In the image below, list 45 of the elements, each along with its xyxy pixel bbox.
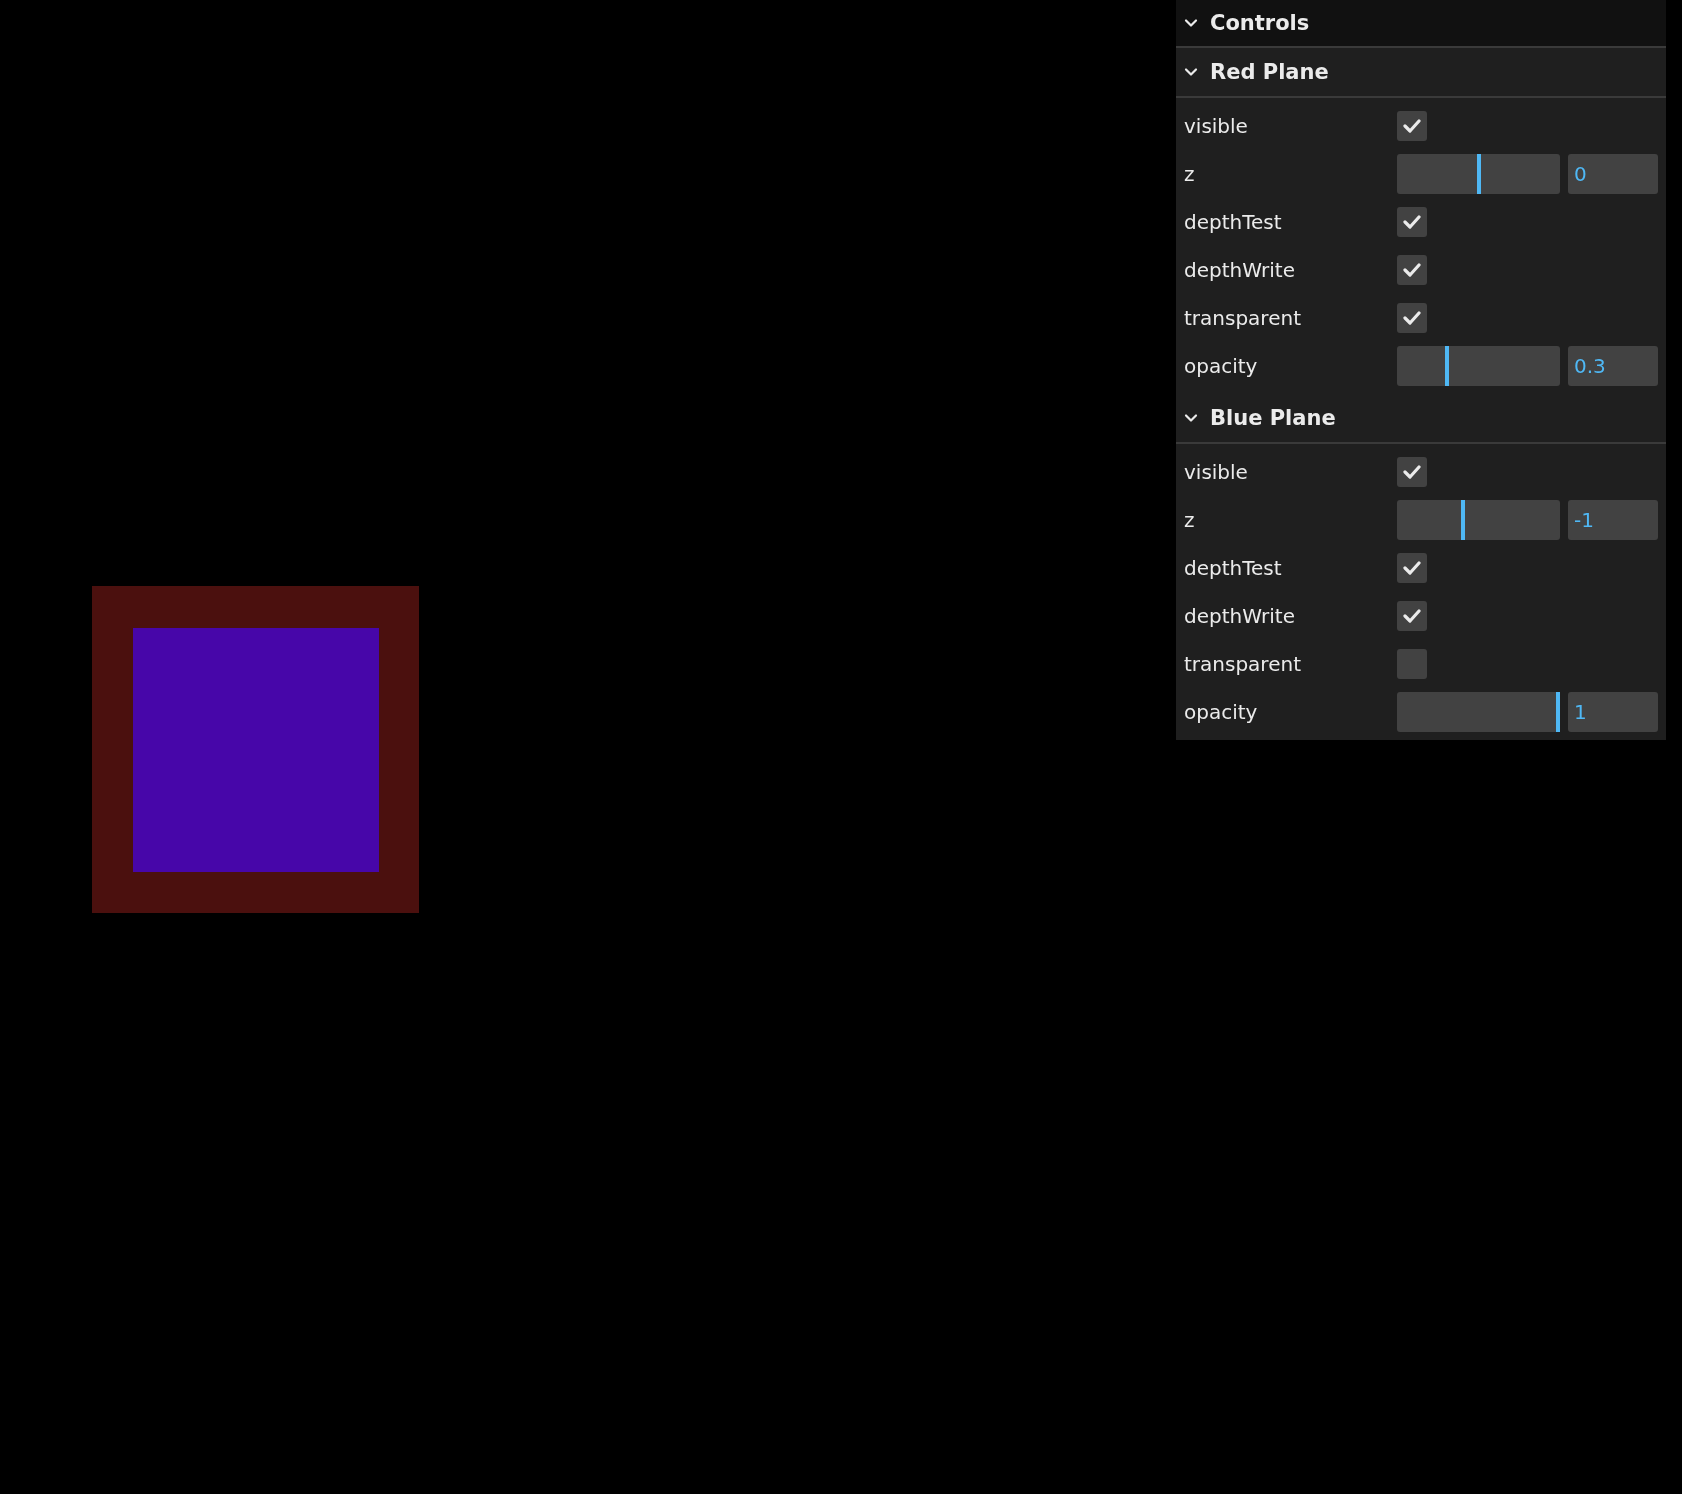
checkmark-icon (1403, 609, 1421, 623)
slider-handle[interactable] (1460, 500, 1465, 540)
checkbox[interactable] (1397, 649, 1427, 679)
folder-header[interactable]: Blue Plane (1176, 394, 1666, 444)
slider-handle[interactable] (1444, 346, 1449, 386)
folder-title: Blue Plane (1210, 406, 1336, 430)
slider-track[interactable] (1397, 692, 1560, 732)
folder-title: Red Plane (1210, 60, 1329, 84)
control-label: depthTest (1184, 556, 1283, 580)
control-label: visible (1184, 460, 1249, 484)
checkmark-icon (1403, 263, 1421, 277)
checkbox[interactable] (1397, 303, 1427, 333)
checkmark-icon (1403, 311, 1421, 325)
control-label: depthWrite (1184, 604, 1296, 628)
control-label: depthTest (1184, 210, 1283, 234)
checkmark-icon (1403, 465, 1421, 479)
slider-track[interactable] (1397, 500, 1560, 540)
checkbox[interactable] (1397, 457, 1427, 487)
control-label: transparent (1184, 306, 1302, 330)
control-label: opacity (1184, 700, 1259, 724)
control-label: transparent (1184, 652, 1302, 676)
panel-title: Controls (1210, 11, 1310, 35)
slider-handle[interactable] (1556, 692, 1560, 732)
checkbox[interactable] (1397, 553, 1427, 583)
slider-track[interactable] (1397, 154, 1560, 194)
control-label: z (1184, 162, 1196, 186)
checkbox[interactable] (1397, 111, 1427, 141)
number-field[interactable]: -1 (1568, 500, 1658, 540)
panel-header[interactable]: Controls (1176, 0, 1666, 48)
checkbox[interactable] (1397, 255, 1427, 285)
control-label: visible (1184, 114, 1249, 138)
number-field[interactable]: 0.3 (1568, 346, 1658, 386)
number-field[interactable]: 0 (1568, 154, 1658, 194)
slider-track[interactable] (1397, 346, 1560, 386)
control-label: z (1184, 508, 1196, 532)
slider-handle[interactable] (1476, 154, 1481, 194)
control-label: depthWrite (1184, 258, 1296, 282)
checkmark-icon (1403, 119, 1421, 133)
number-field[interactable]: 1 (1568, 692, 1658, 732)
checkmark-icon (1403, 215, 1421, 229)
control-label: opacity (1184, 354, 1259, 378)
checkmark-icon (1403, 561, 1421, 575)
checkbox[interactable] (1397, 207, 1427, 237)
checkbox[interactable] (1397, 601, 1427, 631)
folder-header[interactable]: Red Plane (1176, 48, 1666, 98)
